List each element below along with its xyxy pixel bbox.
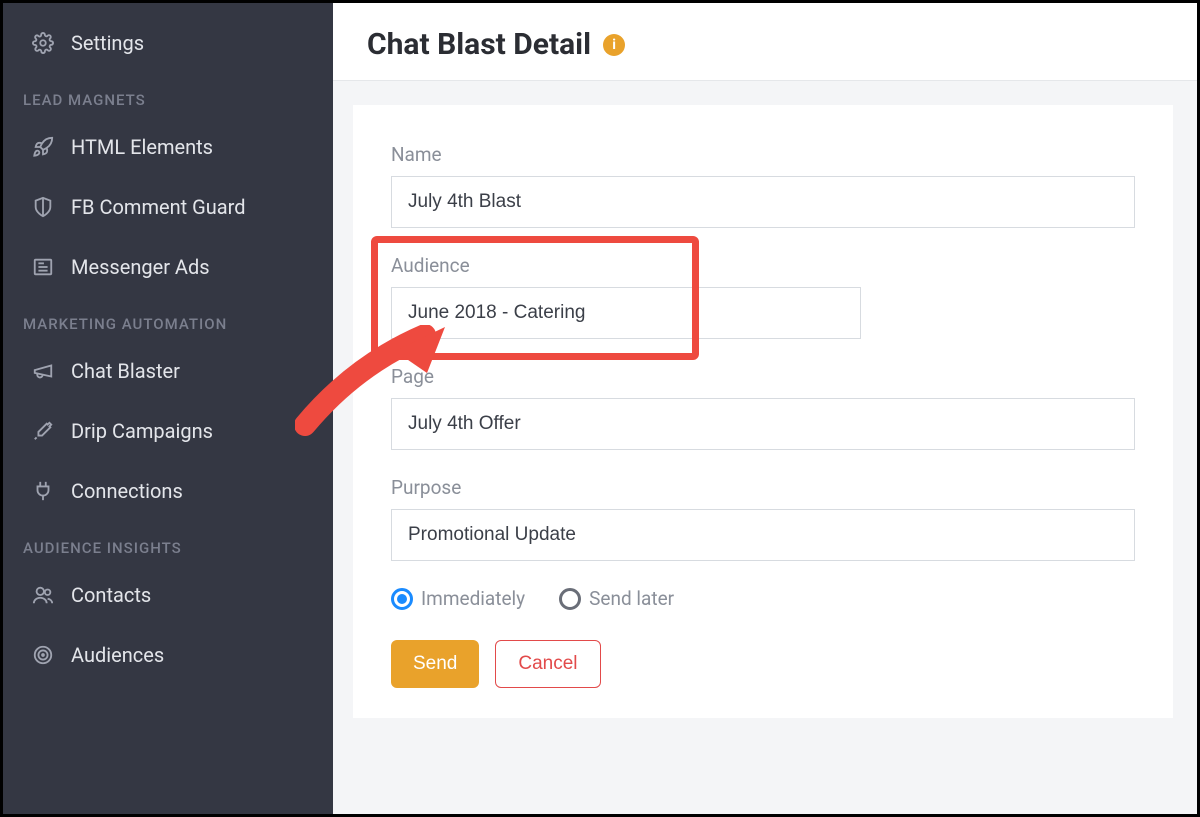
send-button[interactable]: Send bbox=[391, 640, 479, 688]
people-icon bbox=[31, 583, 55, 607]
sidebar-section-lead-magnets: LEAD MAGNETS bbox=[3, 73, 333, 117]
sidebar: Settings LEAD MAGNETS HTML Elements FB C… bbox=[3, 3, 333, 814]
radio-label: Immediately bbox=[421, 587, 525, 610]
plug-icon bbox=[31, 479, 55, 503]
app-shell: Settings LEAD MAGNETS HTML Elements FB C… bbox=[3, 3, 1197, 814]
sidebar-item-contacts[interactable]: Contacts bbox=[3, 565, 333, 625]
sidebar-item-chat-blaster[interactable]: Chat Blaster bbox=[3, 341, 333, 401]
sidebar-item-messenger-ads[interactable]: Messenger Ads bbox=[3, 237, 333, 297]
field-name: Name bbox=[391, 143, 1135, 228]
field-page: Page bbox=[391, 365, 1135, 450]
eyedropper-icon bbox=[31, 419, 55, 443]
purpose-select[interactable] bbox=[391, 509, 1135, 561]
sidebar-item-html-elements[interactable]: HTML Elements bbox=[3, 117, 333, 177]
sidebar-item-label: Audiences bbox=[71, 643, 164, 667]
sidebar-item-connections[interactable]: Connections bbox=[3, 461, 333, 521]
cancel-button[interactable]: Cancel bbox=[495, 640, 600, 688]
sidebar-section-marketing-automation: MARKETING AUTOMATION bbox=[3, 297, 333, 341]
sidebar-item-label: Messenger Ads bbox=[71, 255, 210, 279]
radio-label: Send later bbox=[589, 587, 674, 610]
name-input[interactable] bbox=[391, 176, 1135, 228]
content-wrap: Name Audience Page Purpose bbox=[333, 81, 1197, 814]
target-icon bbox=[31, 643, 55, 667]
page-select[interactable] bbox=[391, 398, 1135, 450]
rocket-icon bbox=[31, 135, 55, 159]
info-icon[interactable]: i bbox=[603, 34, 625, 56]
sidebar-item-settings[interactable]: Settings bbox=[3, 13, 333, 73]
main-content: Chat Blast Detail i Name Audience Page bbox=[333, 3, 1197, 814]
radio-indicator bbox=[559, 588, 581, 610]
field-label: Page bbox=[391, 365, 1135, 388]
sidebar-item-fb-comment-guard[interactable]: FB Comment Guard bbox=[3, 177, 333, 237]
field-audience: Audience bbox=[391, 254, 1135, 339]
sidebar-item-label: Contacts bbox=[71, 583, 151, 607]
form-actions: Send Cancel bbox=[391, 640, 1135, 688]
field-purpose: Purpose bbox=[391, 476, 1135, 561]
field-label: Name bbox=[391, 143, 1135, 166]
sidebar-item-label: FB Comment Guard bbox=[71, 195, 246, 219]
shield-icon bbox=[31, 195, 55, 219]
sidebar-item-drip-campaigns[interactable]: Drip Campaigns bbox=[3, 401, 333, 461]
sidebar-item-label: Drip Campaigns bbox=[71, 419, 213, 443]
sidebar-item-label: HTML Elements bbox=[71, 135, 213, 159]
radio-send-later[interactable]: Send later bbox=[559, 587, 674, 610]
radio-immediately[interactable]: Immediately bbox=[391, 587, 525, 610]
form-card: Name Audience Page Purpose bbox=[353, 105, 1173, 718]
gear-icon bbox=[31, 31, 55, 55]
sidebar-item-label: Chat Blaster bbox=[71, 359, 180, 383]
newspaper-icon bbox=[31, 255, 55, 279]
field-label: Purpose bbox=[391, 476, 1135, 499]
sidebar-item-audiences[interactable]: Audiences bbox=[3, 625, 333, 685]
megaphone-icon bbox=[31, 359, 55, 383]
sidebar-item-label: Connections bbox=[71, 479, 183, 503]
audience-select[interactable] bbox=[391, 287, 861, 339]
sidebar-section-audience-insights: AUDIENCE INSIGHTS bbox=[3, 521, 333, 565]
timing-radios: Immediately Send later bbox=[391, 587, 1135, 610]
page-header: Chat Blast Detail i bbox=[333, 3, 1197, 81]
page-title: Chat Blast Detail bbox=[367, 27, 591, 62]
radio-indicator bbox=[391, 588, 413, 610]
sidebar-item-label: Settings bbox=[71, 31, 144, 55]
field-label: Audience bbox=[391, 254, 1135, 277]
